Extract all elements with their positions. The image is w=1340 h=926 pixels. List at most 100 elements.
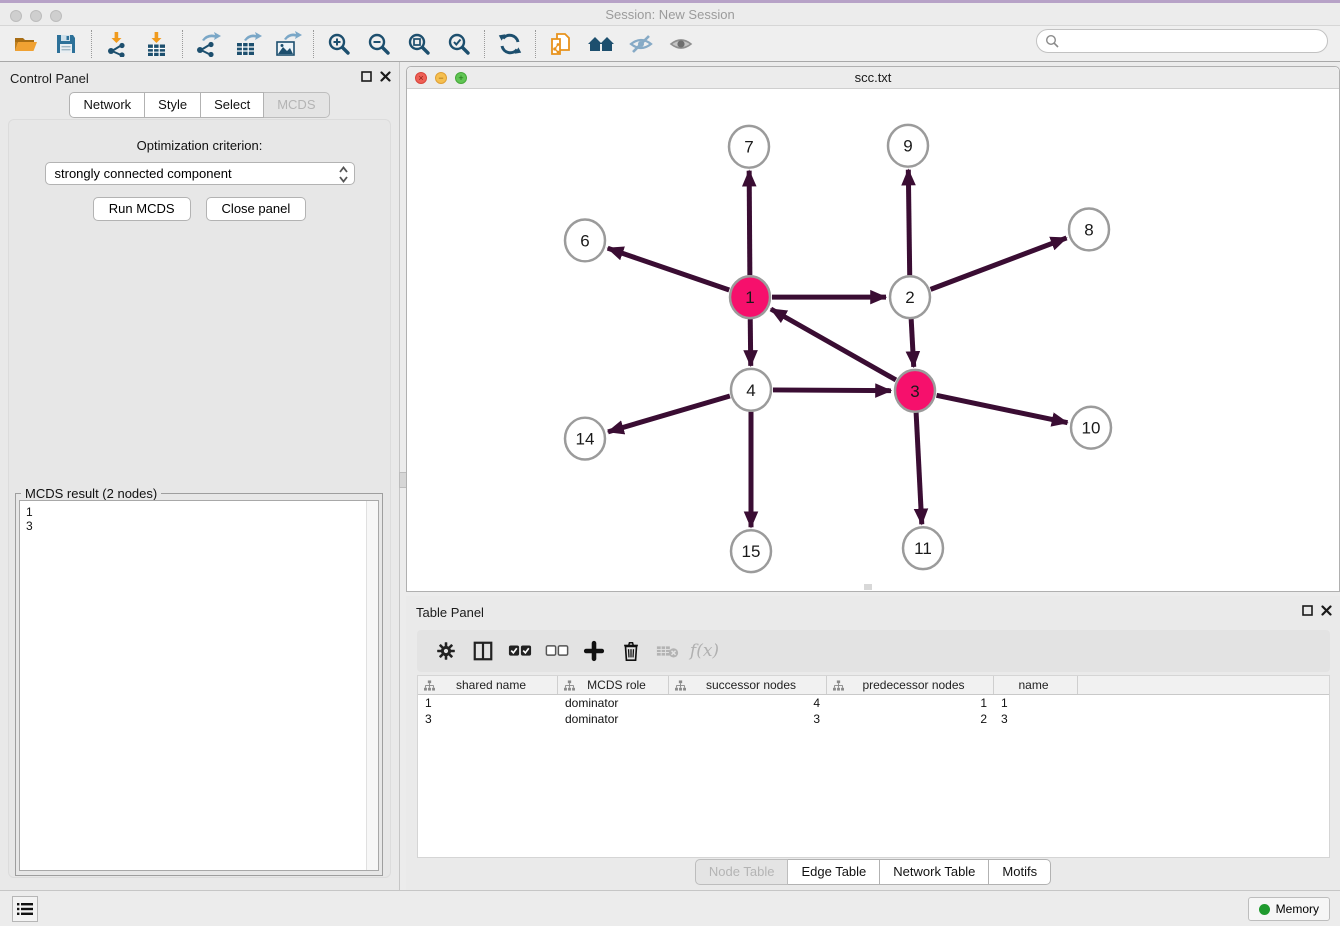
graph-edge-2-8[interactable] [931, 238, 1067, 289]
tab-select[interactable]: Select [201, 92, 264, 118]
add-column-button[interactable] [575, 634, 612, 668]
import-network-icon [104, 31, 130, 57]
run-mcds-button[interactable]: Run MCDS [93, 197, 191, 221]
show-columns-button[interactable] [464, 634, 501, 668]
graph-edge-1-7[interactable] [749, 171, 750, 276]
table-cell[interactable]: 2 [827, 712, 994, 726]
status-bar: Memory [0, 890, 1340, 926]
table-cell[interactable]: 4 [669, 696, 827, 710]
copy-network-button[interactable] [541, 29, 581, 59]
select-all-columns-button[interactable] [501, 634, 538, 668]
select-stepper-icon [338, 165, 349, 187]
tab-mcds[interactable]: MCDS [264, 92, 329, 118]
open-session-button[interactable] [6, 29, 46, 59]
zoom-out-icon [366, 31, 392, 57]
network-window-titlebar[interactable]: × − + scc.txt [407, 67, 1339, 89]
close-table-panel-icon[interactable] [1321, 605, 1332, 616]
delete-columns-button[interactable] [612, 634, 649, 668]
zoom-out-button[interactable] [359, 29, 399, 59]
app-title: Session: New Session [0, 7, 1340, 22]
refresh-view-button[interactable] [490, 29, 530, 59]
copy-network-icon [548, 31, 574, 57]
memory-button[interactable]: Memory [1248, 897, 1330, 921]
graph-edge-4-3[interactable] [773, 390, 891, 391]
close-panel-icon[interactable] [380, 71, 391, 82]
close-panel-button[interactable]: Close panel [206, 197, 307, 221]
graph-edge-2-9[interactable] [908, 170, 909, 276]
mcds-result-text[interactable]: 1 3 [19, 500, 379, 871]
column-header[interactable]: MCDS role [558, 676, 669, 694]
zoom-fit-button[interactable] [399, 29, 439, 59]
table-cell[interactable]: 3 [669, 712, 827, 726]
apply-function-button[interactable]: f(x) [686, 634, 723, 668]
table-cell[interactable]: dominator [558, 712, 669, 726]
export-image-button[interactable] [268, 29, 308, 59]
hide-selected-button[interactable] [621, 29, 661, 59]
eye-slash-icon [628, 31, 654, 57]
network-canvas[interactable]: 7968124314101511 [407, 89, 1339, 591]
tab-node-table[interactable]: Node Table [695, 859, 789, 885]
table-row[interactable]: 3dominator323 [418, 711, 1329, 727]
node-table[interactable]: shared nameMCDS rolesuccessor nodesprede… [417, 675, 1330, 858]
import-table-icon [144, 31, 170, 57]
optimization-criterion-label: Optimization criterion: [9, 138, 390, 153]
table-panel-title: Table Panel [416, 605, 484, 620]
export-network-button[interactable] [188, 29, 228, 59]
trash-icon [621, 640, 641, 662]
table-cell[interactable]: 1 [994, 696, 1078, 710]
window-resize-grip[interactable] [864, 584, 872, 590]
float-panel-icon[interactable] [361, 71, 372, 82]
search-box[interactable] [1036, 29, 1328, 53]
table-row[interactable]: 1dominator411 [418, 695, 1329, 711]
graph-edge-3-1[interactable] [771, 309, 896, 380]
graph-edge-1-4[interactable] [750, 319, 751, 366]
tab-network[interactable]: Network [69, 92, 145, 118]
toolbar-separator [91, 30, 92, 58]
zoom-in-icon [326, 31, 352, 57]
list-icon [17, 902, 33, 916]
select-all-icon [508, 644, 532, 658]
tab-network-table[interactable]: Network Table [880, 859, 989, 885]
column-header[interactable]: shared name [418, 676, 558, 694]
graph-edge-3-11[interactable] [916, 413, 922, 525]
graph-edge-4-14[interactable] [608, 396, 730, 432]
network-graph[interactable]: 7968124314101511 [407, 89, 1339, 591]
criterion-select[interactable]: strongly connected component [45, 162, 355, 185]
delete-table-button[interactable] [649, 634, 686, 668]
show-all-button[interactable] [661, 29, 701, 59]
tab-edge-table[interactable]: Edge Table [788, 859, 880, 885]
table-cell[interactable]: 3 [418, 712, 558, 726]
table-cell[interactable]: 1 [418, 696, 558, 710]
graph-node-label: 7 [744, 138, 753, 157]
import-table-button[interactable] [137, 29, 177, 59]
column-type-icon [564, 680, 575, 691]
zoom-in-button[interactable] [319, 29, 359, 59]
eye-icon [668, 31, 694, 57]
table-cell[interactable]: dominator [558, 696, 669, 710]
table-options-button[interactable] [427, 634, 464, 668]
home-layout-button[interactable] [581, 29, 621, 59]
graph-node-label: 10 [1082, 419, 1101, 438]
column-header[interactable]: name [994, 676, 1078, 694]
save-session-button[interactable] [46, 29, 86, 59]
float-table-panel-icon[interactable] [1302, 605, 1313, 616]
task-history-button[interactable] [12, 896, 38, 922]
import-network-button[interactable] [97, 29, 137, 59]
graph-edge-3-10[interactable] [937, 395, 1068, 422]
graph-node-label: 8 [1084, 220, 1093, 239]
graph-edge-2-3[interactable] [911, 319, 914, 367]
column-header[interactable]: predecessor nodes [827, 676, 994, 694]
result-scrollbar[interactable] [366, 501, 378, 870]
tab-motifs[interactable]: Motifs [989, 859, 1051, 885]
export-image-icon [274, 31, 302, 57]
table-cell[interactable]: 3 [994, 712, 1078, 726]
tab-style[interactable]: Style [145, 92, 201, 118]
column-header[interactable]: successor nodes [669, 676, 827, 694]
graph-edge-1-6[interactable] [608, 248, 730, 290]
unselect-all-columns-button[interactable] [538, 634, 575, 668]
export-table-button[interactable] [228, 29, 268, 59]
table-cell[interactable]: 1 [827, 696, 994, 710]
search-input[interactable] [1065, 34, 1319, 49]
zoom-selected-button[interactable] [439, 29, 479, 59]
table-toolbar: f(x) [417, 630, 1330, 672]
